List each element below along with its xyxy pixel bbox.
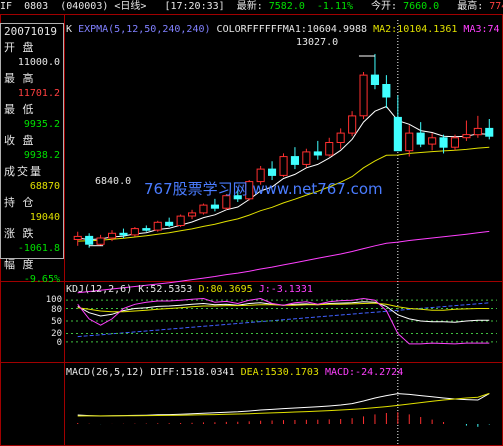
candle-body <box>370 74 379 85</box>
position-label: 持 仓 <box>4 195 36 209</box>
change-value: -1061.8 <box>17 243 60 254</box>
candle-body <box>130 228 139 236</box>
volume-label: 成交量 <box>4 164 43 178</box>
candle-body <box>450 137 459 148</box>
candle-body <box>428 137 437 145</box>
candle-body <box>142 228 151 231</box>
close-value: 9938.2 <box>23 150 60 161</box>
macd-legend: MACD(26,5,12) DIFF:1518.0341 DEA:1530.17… <box>66 367 403 379</box>
peak-annotation: 13027.0 <box>296 37 339 48</box>
candle-body <box>85 235 94 245</box>
change-label: 涨 跌 <box>4 226 36 240</box>
candle-body <box>382 84 391 98</box>
high-value: 11701.2 <box>17 88 60 99</box>
kdj-d: D:80.3695 <box>198 284 253 295</box>
watermark-text: 767股票学习网 www.net767.com <box>144 180 383 198</box>
candle-body <box>290 156 299 165</box>
candle-body <box>473 127 482 136</box>
open-value: 11000.0 <box>17 57 60 68</box>
candle-body <box>188 212 197 217</box>
candle-body <box>119 232 128 236</box>
low-label: 最 低 <box>4 102 36 116</box>
range-label: 幅 度 <box>4 257 36 271</box>
position-value: 19040 <box>29 212 60 223</box>
candle-body <box>176 215 185 227</box>
macd-value: MACD:-24.2724 <box>324 367 404 378</box>
kdj-tick-80: 80 <box>51 305 62 315</box>
candle-body <box>268 168 277 176</box>
candle-body <box>302 151 311 165</box>
candle-body <box>96 237 105 245</box>
candle-body <box>313 151 322 156</box>
kdj-tick-50: 50 <box>51 317 62 327</box>
low-value: 9935.2 <box>23 119 60 130</box>
price-chart[interactable] <box>0 0 503 446</box>
candle-body <box>279 156 288 176</box>
candle-body <box>210 204 219 209</box>
bar-date: 20071019 <box>4 25 57 38</box>
candle-body <box>416 132 425 145</box>
kdj-tick-0: 0 <box>56 338 62 348</box>
candle-body <box>462 134 471 139</box>
candle-body <box>485 127 494 137</box>
candle-body <box>359 74 368 117</box>
open-label: 开 盘 <box>4 40 36 54</box>
chart-frame <box>0 14 503 446</box>
candle-body <box>325 142 334 156</box>
macd-name: MACD(26,5,12) <box>66 367 145 378</box>
kdj-k: K:52.5353 <box>138 284 193 295</box>
trough-annotation: 6840.0 <box>95 176 132 187</box>
macd-diff: DIFF:1518.0341 <box>150 367 235 378</box>
candle-body <box>153 221 162 231</box>
macd-dea: DEA:1530.1703 <box>240 367 319 378</box>
volume-value: 68870 <box>29 181 60 192</box>
close-label: 收 盘 <box>4 133 36 147</box>
bar-info-panel: 20071019 开 盘 11000.0 最 高 11701.2 最 低 993… <box>0 23 64 285</box>
high-label: 最 高 <box>4 71 36 85</box>
candle-body <box>393 116 402 152</box>
kdj-name: KDJ(12,2,6) <box>66 284 133 295</box>
candle-body <box>165 221 174 226</box>
range-value: -9.65% <box>23 274 60 285</box>
kdj-j: J:-3.1331 <box>258 284 313 295</box>
candle-body <box>336 132 345 144</box>
candle-body <box>108 232 117 239</box>
candle-body <box>348 115 357 134</box>
candle-body <box>405 132 414 152</box>
candle-body <box>73 235 82 240</box>
kdj-legend: KDJ(12,2,6) K:52.5353 D:80.3695 J:-3.133… <box>66 284 313 296</box>
candle-body <box>199 204 208 214</box>
candle-body <box>439 137 448 148</box>
